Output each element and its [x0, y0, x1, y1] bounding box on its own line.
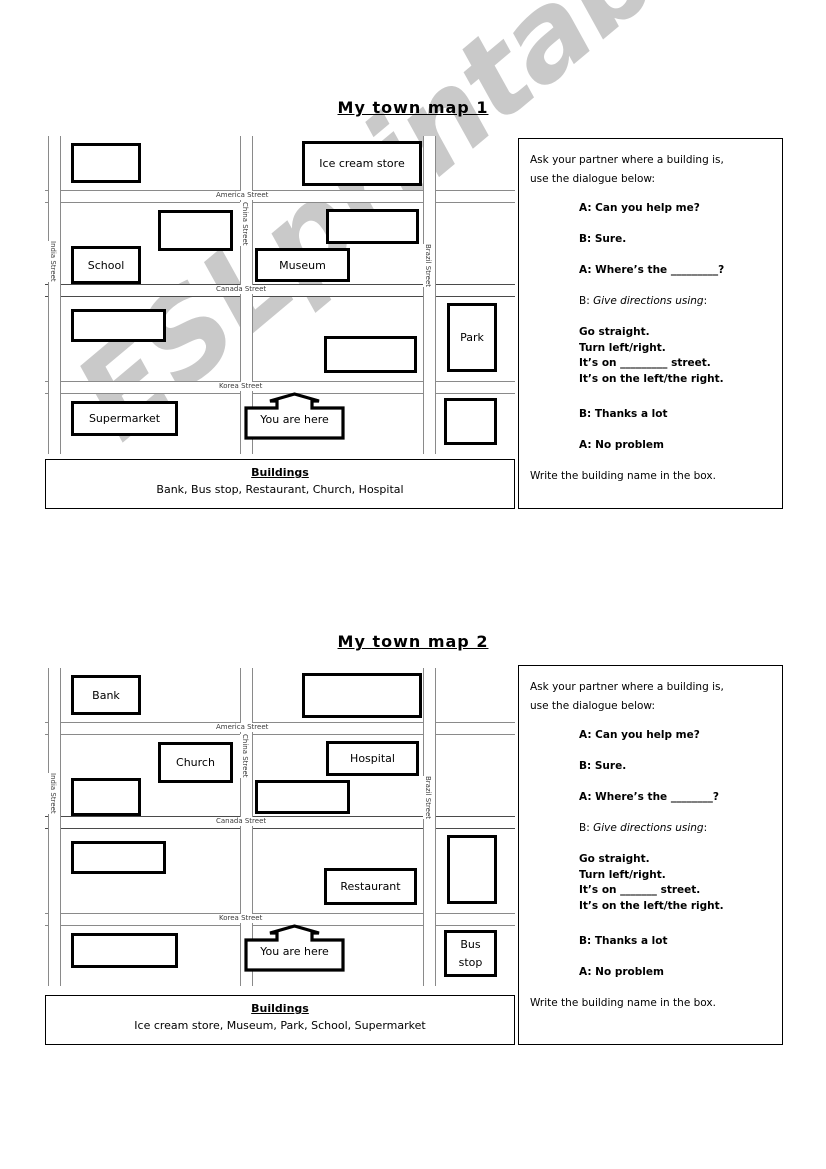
- dialogue-line-b3: B: Thanks a lot: [579, 935, 668, 947]
- building-box-bus-stop[interactable]: Bus stop: [444, 930, 497, 977]
- dialogue-b2-prefix: B:: [579, 295, 594, 307]
- building-label-line: stop: [458, 955, 483, 969]
- dialogue-line-a1: A: Can you help me?: [579, 202, 700, 214]
- street-label-india-1: India Street: [48, 241, 57, 282]
- dialogue-directions-1: Go straight. Turn left/right. It’s on __…: [579, 325, 771, 387]
- you-are-here-label: You are here: [260, 945, 329, 958]
- dialogue-panel-1: Ask your partner where a building is, us…: [518, 138, 783, 509]
- street-label-china-1: China Street: [240, 202, 249, 246]
- street-label-india-2: India Street: [48, 773, 57, 814]
- town-map-2: America Street Canada Street Korea Stree…: [45, 668, 515, 986]
- street-america-1: [45, 190, 515, 203]
- building-box[interactable]: [326, 209, 419, 244]
- dialogue-line-a2: A: Where’s the ________?: [579, 791, 719, 803]
- building-box[interactable]: [71, 143, 141, 183]
- dialogue-line-a3: A: No problem: [579, 439, 664, 451]
- building-box[interactable]: [324, 336, 417, 373]
- building-label-line: Bus: [460, 937, 481, 951]
- direction-line: Go straight.: [579, 326, 650, 338]
- building-box[interactable]: [444, 398, 497, 445]
- dialogue-line-b1: B: Sure.: [579, 233, 627, 245]
- dialogue-b2-italic: Give directions using: [593, 295, 704, 307]
- dialogue-intro-line-1: Ask your partner where a building is,: [530, 154, 724, 166]
- dialogue-b2-suffix: :: [703, 295, 708, 307]
- dialogue-line-b1: B: Sure.: [579, 760, 627, 772]
- direction-line: Turn left/right.: [579, 341, 666, 354]
- street-america-2: [45, 722, 515, 735]
- street-canada-1: [45, 284, 515, 297]
- you-are-here-marker-1: You are here: [244, 392, 345, 440]
- direction-line: Turn left/right.: [579, 868, 666, 881]
- street-label-brazil-2: Brazil Street: [423, 776, 432, 820]
- building-box-park[interactable]: Park: [447, 303, 497, 372]
- building-box-museum[interactable]: Museum: [255, 248, 350, 282]
- building-box[interactable]: [447, 835, 497, 904]
- word-bank-items: Bank, Bus stop, Restaurant, Church, Hosp…: [156, 483, 404, 496]
- direction-line: It’s on _________ street.: [579, 357, 711, 369]
- street-label-brazil-1: Brazil Street: [423, 244, 432, 288]
- street-label-america-2: America Street: [213, 723, 272, 732]
- direction-line: It’s on _______ street.: [579, 884, 701, 896]
- dialogue-footer-1: Write the building name in the box.: [530, 470, 716, 482]
- street-brazil-1: [423, 136, 436, 454]
- building-box[interactable]: [71, 933, 178, 968]
- dialogue-footer-2: Write the building name in the box.: [530, 997, 716, 1009]
- dialogue-intro-line-2: use the dialogue below:: [530, 173, 655, 185]
- direction-line: It’s on the left/the right.: [579, 372, 724, 385]
- street-india-1: [48, 136, 61, 454]
- worksheet-page: ESLprintables.com My town map 1 America …: [0, 0, 826, 1169]
- you-are-here-label: You are here: [260, 413, 329, 426]
- dialogue-directions-2: Go straight. Turn left/right. It’s on __…: [579, 852, 771, 914]
- building-box-hospital[interactable]: Hospital: [326, 741, 419, 776]
- dialogue-line-b2: B: Give directions using:: [579, 821, 771, 836]
- building-box-church[interactable]: Church: [158, 742, 233, 783]
- page-title-map-2: My town map 2: [337, 632, 489, 651]
- direction-line: Go straight.: [579, 853, 650, 865]
- you-are-here-marker-2: You are here: [244, 924, 345, 972]
- street-label-korea-1: Korea Street: [216, 382, 266, 391]
- building-box[interactable]: [158, 210, 233, 251]
- street-label-china-2: China Street: [240, 734, 249, 778]
- street-label-america-1: America Street: [213, 191, 272, 200]
- dialogue-line-a2: A: Where’s the _________?: [579, 264, 725, 276]
- page-title-map-1: My town map 1: [337, 98, 489, 117]
- building-box[interactable]: [302, 673, 422, 718]
- dialogue-intro-line-2: use the dialogue below:: [530, 700, 655, 712]
- dialogue-b2-suffix: :: [703, 822, 708, 834]
- building-box-restaurant[interactable]: Restaurant: [324, 868, 417, 905]
- building-box-school[interactable]: School: [71, 246, 141, 284]
- building-box[interactable]: [71, 309, 166, 342]
- dialogue-line-a1: A: Can you help me?: [579, 729, 700, 741]
- dialogue-line-a3: A: No problem: [579, 966, 664, 978]
- building-box[interactable]: [255, 780, 350, 814]
- town-map-1: America Street Canada Street Korea Stree…: [45, 136, 515, 454]
- street-label-canada-2: Canada Street: [213, 817, 270, 826]
- dialogue-b2-prefix: B:: [579, 822, 594, 834]
- building-box[interactable]: Ice cream store: [302, 141, 422, 186]
- dialogue-b2-italic: Give directions using: [593, 822, 704, 834]
- building-box-supermarket[interactable]: Supermarket: [71, 401, 178, 436]
- word-bank-heading: Buildings: [251, 1002, 309, 1015]
- word-bank-box-1: Buildings Bank, Bus stop, Restaurant, Ch…: [45, 459, 515, 509]
- street-india-2: [48, 668, 61, 986]
- word-bank-items: Ice cream store, Museum, Park, School, S…: [134, 1019, 426, 1032]
- building-box-bank[interactable]: Bank: [71, 675, 141, 715]
- building-box[interactable]: [71, 778, 141, 816]
- street-brazil-2: [423, 668, 436, 986]
- dialogue-line-b2: B: Give directions using:: [579, 294, 771, 309]
- dialogue-line-b3: B: Thanks a lot: [579, 408, 668, 420]
- street-canada-2: [45, 816, 515, 829]
- street-label-korea-2: Korea Street: [216, 914, 266, 923]
- dialogue-intro-line-1: Ask your partner where a building is,: [530, 681, 724, 693]
- dialogue-panel-2: Ask your partner where a building is, us…: [518, 665, 783, 1045]
- street-label-canada-1: Canada Street: [213, 285, 270, 294]
- word-bank-heading: Buildings: [251, 466, 309, 479]
- building-box[interactable]: [71, 841, 166, 874]
- direction-line: It’s on the left/the right.: [579, 899, 724, 912]
- word-bank-box-2: Buildings Ice cream store, Museum, Park,…: [45, 995, 515, 1045]
